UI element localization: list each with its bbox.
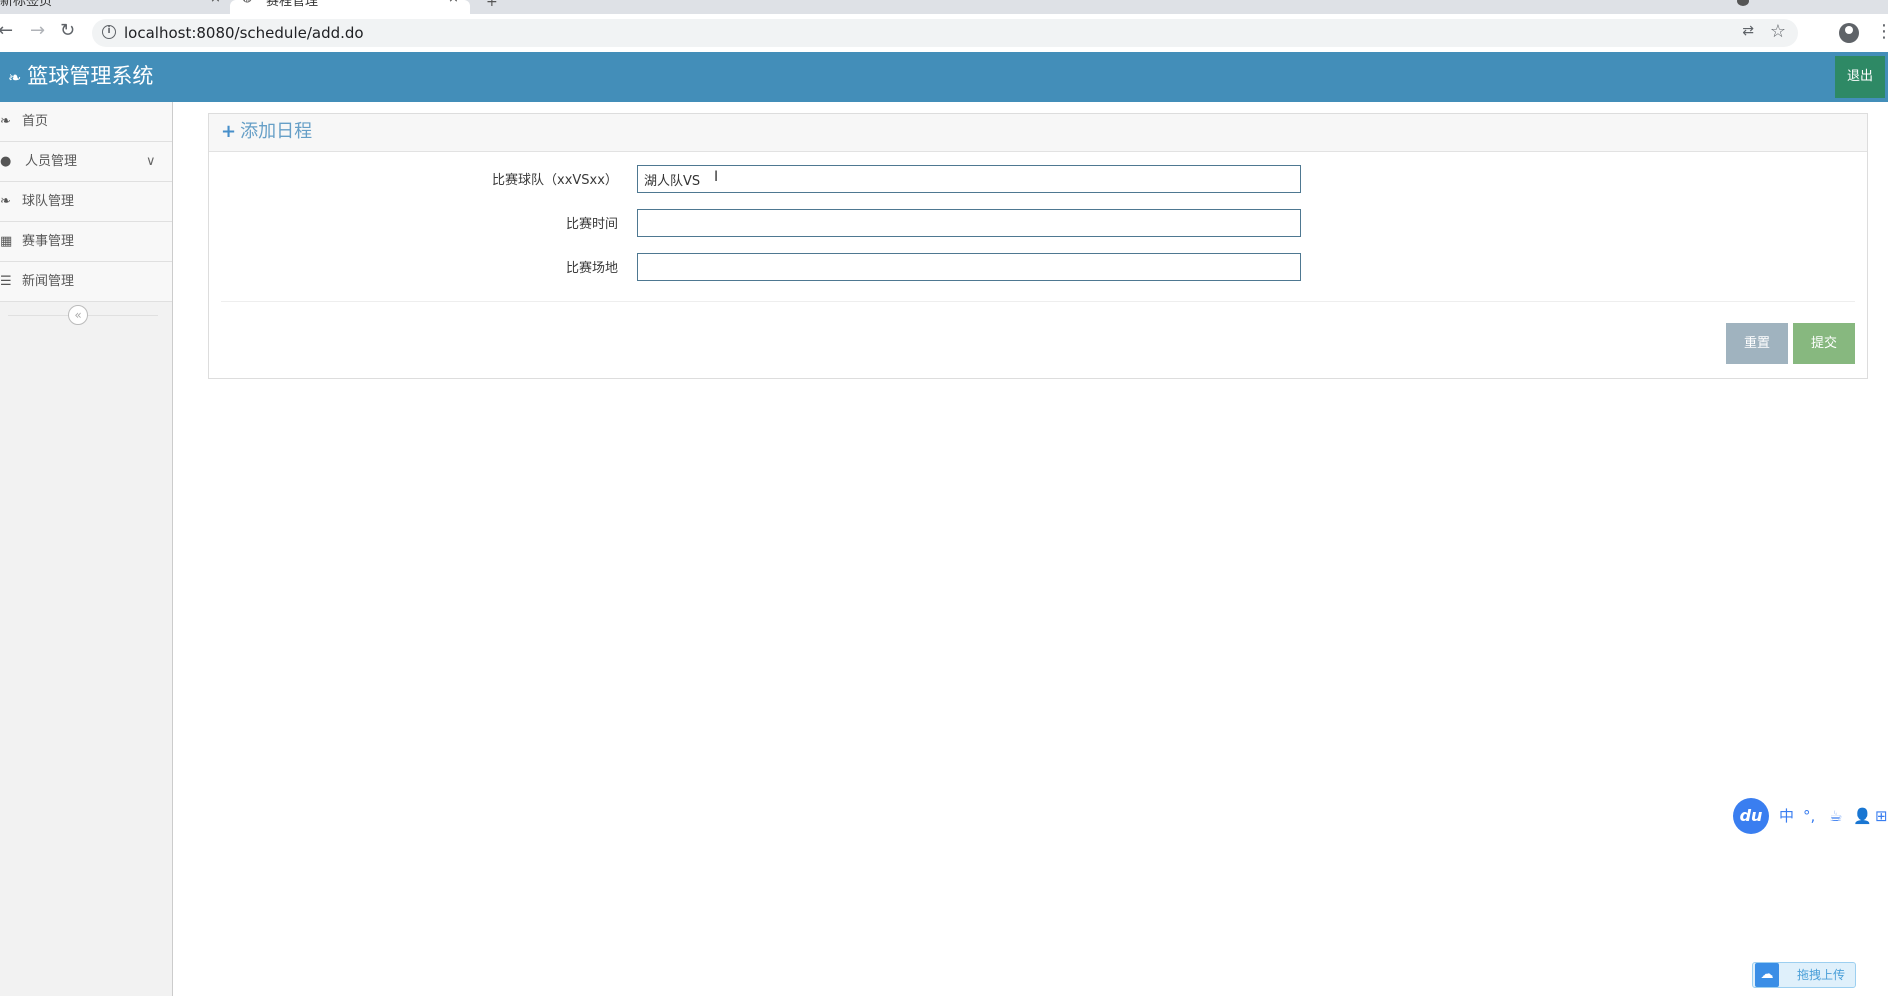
address-bar[interactable]: i localhost:8080/schedule/add.do ⇄ ☆ xyxy=(92,19,1798,47)
profile-avatar-icon[interactable] xyxy=(1839,23,1859,43)
brand[interactable]: ❧ 篮球管理系统 xyxy=(8,62,153,92)
tab-close-icon[interactable]: × xyxy=(448,0,459,5)
sidebar-collapse-row: « xyxy=(0,302,172,330)
leaf-icon: ❧ xyxy=(8,68,22,87)
sidebar: ❧ 首页 ● 人员管理 ∨ ❧ 球队管理 ▦ 赛事管理 ☰ 新闻管理 « xyxy=(0,102,173,996)
team-label: 比赛球队（xxVSxx） xyxy=(492,173,618,188)
tab-title: 赛程管理 xyxy=(266,0,319,9)
sidebar-item-label: 赛事管理 xyxy=(22,234,75,249)
plus-icon: + xyxy=(221,121,237,142)
double-chevron-left-icon[interactable]: « xyxy=(68,305,88,325)
list-icon: ☰ xyxy=(0,274,12,289)
sidebar-item-events[interactable]: ▦ 赛事管理 xyxy=(0,222,172,262)
ime-logo-icon[interactable]: du xyxy=(1733,798,1769,834)
brand-title: 篮球管理系统 xyxy=(27,64,154,88)
team-input[interactable] xyxy=(637,165,1301,193)
time-input[interactable] xyxy=(637,209,1301,237)
site-info-icon[interactable]: i xyxy=(102,25,116,39)
drag-upload-button[interactable]: ☁ 拖拽上传 xyxy=(1752,962,1856,988)
ime-grid-icon[interactable]: ⊞ xyxy=(1875,806,1888,826)
ime-punctuation-icon[interactable]: °, xyxy=(1803,806,1815,826)
venue-input[interactable] xyxy=(637,253,1301,281)
new-tab-icon[interactable]: + xyxy=(486,0,498,10)
ime-chinese-mode-icon[interactable]: 中 xyxy=(1779,806,1794,826)
sidebar-item-news[interactable]: ☰ 新闻管理 xyxy=(0,262,172,302)
upload-label: 拖拽上传 xyxy=(1797,968,1846,982)
add-schedule-panel: +添加日程 比赛球队（xxVSxx） I 比赛时间 比赛场地 重置 提交 xyxy=(208,113,1868,379)
tab-title: 新标签页 xyxy=(0,0,53,9)
back-arrow-icon[interactable]: ← xyxy=(0,20,13,42)
sidebar-item-label: 人员管理 xyxy=(25,154,78,169)
ime-skin-icon[interactable]: ☕ xyxy=(1829,806,1842,826)
sidebar-item-label: 球队管理 xyxy=(22,194,75,209)
ime-toolbar: du 中 °, ☕ 👤 ⊞ xyxy=(1733,798,1888,834)
tabstrip-profile-icon[interactable] xyxy=(1737,0,1749,6)
sidebar-item-label: 新闻管理 xyxy=(22,274,75,289)
browser-tabstrip: 新标签页 × ◍ 赛程管理 × + xyxy=(0,0,1888,14)
cloud-upload-icon: ☁ xyxy=(1755,963,1779,987)
ime-user-icon[interactable]: 👤 xyxy=(1853,806,1872,826)
sidebar-item-home[interactable]: ❧ 首页 xyxy=(0,102,172,142)
calendar-icon: ▦ xyxy=(0,234,13,249)
page-title: + 添加日程 xyxy=(221,121,312,143)
sidebar-item-personnel[interactable]: ● 人员管理 ∨ xyxy=(0,142,172,182)
browser-toolbar: ← → ↻ i localhost:8080/schedule/add.do ⇄… xyxy=(0,14,1888,52)
logout-button[interactable]: 退出 xyxy=(1835,56,1885,98)
submit-button[interactable]: 提交 xyxy=(1793,323,1855,364)
leaf-icon: ❧ xyxy=(0,114,11,129)
address-url[interactable]: localhost:8080/schedule/add.do xyxy=(124,24,364,42)
chevron-down-icon: ∨ xyxy=(146,154,156,169)
reload-icon[interactable]: ↻ xyxy=(60,20,75,42)
panel-header: + 添加日程 xyxy=(209,114,1867,152)
form-divider xyxy=(221,301,1855,302)
bookmark-star-icon[interactable]: ☆ xyxy=(1770,21,1786,42)
reset-button[interactable]: 重置 xyxy=(1726,323,1788,364)
leaf-icon: ❧ xyxy=(0,194,11,209)
browser-tab-newtab[interactable]: 新标签页 × xyxy=(0,0,228,14)
app-header: ❧ 篮球管理系统 退出 xyxy=(0,52,1888,102)
text-cursor-icon: I xyxy=(714,169,719,185)
browser-tab-active[interactable]: ◍ 赛程管理 × xyxy=(230,0,470,14)
sidebar-item-teams[interactable]: ❧ 球队管理 xyxy=(0,182,172,222)
time-label: 比赛时间 xyxy=(566,217,619,232)
panel-title-text: 添加日程 xyxy=(240,121,313,142)
tab-close-icon[interactable]: × xyxy=(210,0,221,5)
kebab-menu-icon[interactable]: ⋮ xyxy=(1875,21,1888,43)
forward-arrow-icon[interactable]: → xyxy=(30,20,45,42)
venue-label: 比赛场地 xyxy=(566,261,619,276)
user-icon: ● xyxy=(0,154,12,169)
translate-icon[interactable]: ⇄ xyxy=(1742,23,1754,39)
sidebar-item-label: 首页 xyxy=(22,114,49,129)
